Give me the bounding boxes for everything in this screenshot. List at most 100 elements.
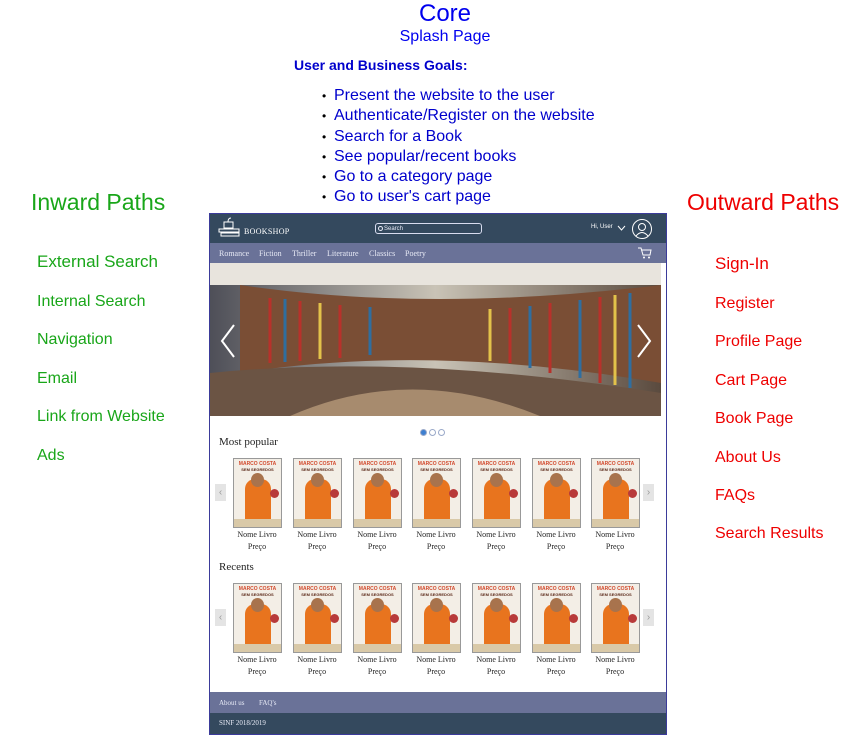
chevron-left-icon[interactable]: ‹	[215, 609, 226, 626]
book-price: Preço	[367, 667, 387, 676]
book-cover-subtitle: SEM SEGREDOS	[540, 467, 573, 472]
book-cover[interactable]: MARCO COSTA SEM SEGREDOS	[293, 458, 342, 528]
book-cover[interactable]: MARCO COSTA SEM SEGREDOS	[472, 458, 521, 528]
book-cover-table	[592, 644, 639, 652]
splash-page-mockup: BOOKSHOP Search Hi, User Romance Fiction…	[209, 213, 667, 735]
book-cover-subtitle: SEM SEGREDOS	[420, 592, 453, 597]
chevron-right-icon[interactable]: ›	[643, 609, 654, 626]
inward-path-item: External Search	[37, 252, 158, 271]
logo-icon[interactable]	[218, 217, 242, 239]
book-cover[interactable]: MARCO COSTA SEM SEGREDOS	[353, 583, 402, 653]
carousel-dot[interactable]	[438, 429, 445, 436]
book-cover-badge	[449, 614, 458, 623]
book-name[interactable]: Nome Livro	[585, 530, 645, 539]
book-cover-table	[473, 644, 520, 652]
book-cover-table	[354, 644, 401, 652]
book-name[interactable]: Nome Livro	[466, 530, 526, 539]
outward-path-item: About Us	[715, 449, 781, 466]
goals-list: • Present the website to the user • Authen…	[322, 86, 595, 208]
user-icon[interactable]	[632, 219, 652, 239]
carousel-dot[interactable]	[420, 429, 427, 436]
book-price: Preço	[247, 667, 267, 676]
mockup-footer	[210, 713, 666, 734]
outward-path-item: Profile Page	[715, 333, 803, 350]
brand-name[interactable]: BOOKSHOP	[244, 227, 290, 236]
book-price: Preço	[546, 542, 566, 551]
book-cover-badge	[270, 614, 279, 623]
book-name[interactable]: Nome Livro	[347, 655, 407, 664]
book-price: Preço	[307, 542, 327, 551]
book-cover-table	[413, 519, 460, 527]
user-greeting[interactable]: Hi, User	[591, 224, 613, 230]
outward-path-item: Sign-In	[715, 254, 769, 273]
book-cover-badge	[569, 489, 578, 498]
book-name[interactable]: Nome Livro	[287, 655, 347, 664]
book-price: Preço	[307, 667, 327, 676]
goal-item: • See popular/recent books	[322, 147, 517, 165]
book-name[interactable]: Nome Livro	[406, 530, 466, 539]
book-name[interactable]: Nome Livro	[347, 530, 407, 539]
book-cover[interactable]: MARCO COSTA SEM SEGREDOS	[532, 583, 581, 653]
book-cover[interactable]: MARCO COSTA SEM SEGREDOS	[412, 583, 461, 653]
book-cover-subtitle: SEM SEGREDOS	[241, 592, 274, 597]
outward-paths-heading: Outward Paths	[687, 189, 840, 215]
book-cover[interactable]: MARCO COSTA SEM SEGREDOS	[591, 458, 640, 528]
book-cover-table	[354, 519, 401, 527]
footer-link-about[interactable]: About us	[219, 699, 244, 707]
goal-item: • Go to a category page	[322, 168, 493, 186]
page-subtitle: Splash Page	[399, 28, 491, 45]
inward-path-item: Ads	[37, 447, 65, 464]
book-cover-figure-head	[251, 598, 264, 612]
book-cover[interactable]: MARCO COSTA SEM SEGREDOS	[233, 458, 282, 528]
chevron-right-icon[interactable]: ›	[643, 484, 654, 501]
chevron-down-icon[interactable]	[617, 225, 626, 231]
carousel-dots[interactable]	[420, 423, 447, 441]
search-input[interactable]: Search	[375, 223, 482, 234]
book-cover-table	[533, 519, 580, 527]
outward-path-item: Cart Page	[715, 372, 788, 389]
book-cover[interactable]: MARCO COSTA SEM SEGREDOS	[353, 458, 402, 528]
nav-item-literature[interactable]: Literature	[327, 249, 359, 258]
book-name[interactable]: Nome Livro	[526, 655, 586, 664]
footer-note: SINF 2018/2019	[219, 719, 266, 727]
nav-item-poetry[interactable]: Poetry	[405, 249, 426, 258]
nav-item-thriller[interactable]: Thriller	[292, 249, 316, 258]
nav-item-classics[interactable]: Classics	[369, 249, 395, 258]
goals-heading: User and Business Goals:	[294, 57, 468, 73]
search-icon	[378, 226, 383, 231]
chevron-left-icon[interactable]: ‹	[215, 484, 226, 501]
book-cover-figure-head	[311, 473, 324, 487]
book-name[interactable]: Nome Livro	[287, 530, 347, 539]
book-cover-subtitle: SEM SEGREDOS	[301, 467, 334, 472]
book-name[interactable]: Nome Livro	[585, 655, 645, 664]
goal-item: • Search for a Book	[322, 127, 463, 145]
book-cover-badge	[270, 489, 279, 498]
goal-item: • Authenticate/Register on the website	[322, 107, 595, 125]
footer-link-faq[interactable]: FAQ's	[259, 699, 276, 707]
book-price: Preço	[367, 542, 387, 551]
book-cover-table	[533, 644, 580, 652]
cart-icon[interactable]	[638, 247, 652, 259]
book-name[interactable]: Nome Livro	[406, 655, 466, 664]
book-name[interactable]: Nome Livro	[526, 530, 586, 539]
book-cover[interactable]: MARCO COSTA SEM SEGREDOS	[293, 583, 342, 653]
book-price: Preço	[546, 667, 566, 676]
book-cover-subtitle: SEM SEGREDOS	[420, 467, 453, 472]
book-cover[interactable]: MARCO COSTA SEM SEGREDOS	[472, 583, 521, 653]
goal-item: • Present the website to the user	[322, 87, 555, 104]
book-cover[interactable]: MARCO COSTA SEM SEGREDOS	[532, 458, 581, 528]
nav-item-fiction[interactable]: Fiction	[259, 249, 282, 258]
book-cover[interactable]: MARCO COSTA SEM SEGREDOS	[591, 583, 640, 653]
nav-item-romance[interactable]: Romance	[219, 249, 249, 258]
book-cover-badge	[449, 489, 458, 498]
hero-carousel-image[interactable]	[210, 263, 661, 416]
book-cover[interactable]: MARCO COSTA SEM SEGREDOS	[233, 583, 282, 653]
book-cover-table	[234, 644, 281, 652]
book-cover-figure-head	[430, 598, 443, 612]
book-cover[interactable]: MARCO COSTA SEM SEGREDOS	[412, 458, 461, 528]
carousel-dot[interactable]	[429, 429, 436, 436]
book-name[interactable]: Nome Livro	[466, 655, 526, 664]
inward-path-item: Link from Website	[37, 408, 165, 425]
book-name[interactable]: Nome Livro	[227, 530, 287, 539]
book-name[interactable]: Nome Livro	[227, 655, 287, 664]
